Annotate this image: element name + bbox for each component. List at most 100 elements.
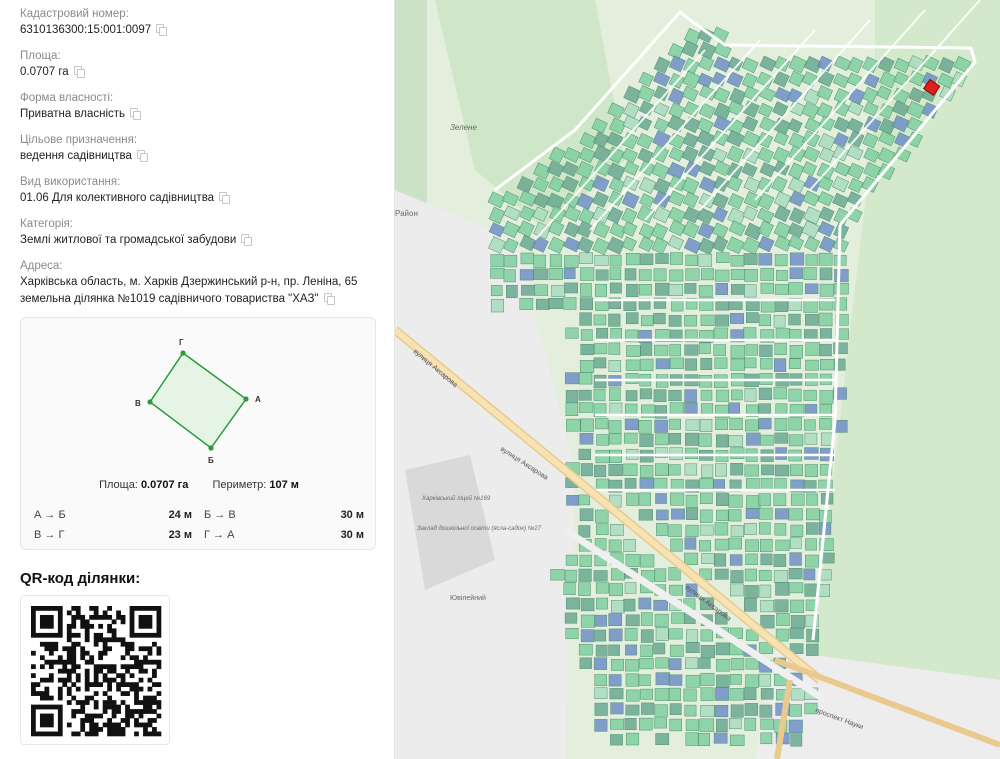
- land-plot[interactable]: [594, 702, 608, 716]
- land-plot[interactable]: [593, 314, 607, 326]
- land-plot[interactable]: [671, 612, 685, 624]
- land-plot[interactable]: [803, 419, 816, 431]
- land-plot[interactable]: [699, 509, 713, 523]
- land-plot[interactable]: [626, 345, 641, 357]
- land-plot[interactable]: [579, 657, 592, 669]
- land-plot[interactable]: [788, 388, 802, 402]
- land-plot[interactable]: [623, 539, 636, 552]
- land-plot[interactable]: [684, 447, 699, 459]
- land-plot[interactable]: [594, 464, 607, 478]
- land-plot[interactable]: [716, 509, 729, 522]
- land-plot[interactable]: [804, 283, 819, 295]
- land-plot[interactable]: [805, 254, 819, 266]
- copy-icon[interactable]: [136, 150, 148, 162]
- land-plot[interactable]: [684, 552, 699, 565]
- land-plot[interactable]: [715, 463, 727, 477]
- land-plot[interactable]: [774, 418, 788, 431]
- land-plot[interactable]: [608, 360, 622, 372]
- land-plot[interactable]: [788, 719, 803, 734]
- land-plot[interactable]: [746, 478, 760, 490]
- land-plot[interactable]: [698, 657, 711, 669]
- land-plot[interactable]: [625, 659, 640, 672]
- land-plot[interactable]: [760, 553, 773, 566]
- land-plot[interactable]: [788, 417, 802, 431]
- land-plot[interactable]: [714, 687, 729, 701]
- land-plot[interactable]: [685, 642, 700, 653]
- land-plot[interactable]: [623, 299, 637, 311]
- land-plot[interactable]: [640, 688, 653, 700]
- land-plot[interactable]: [790, 733, 803, 747]
- land-plot[interactable]: [669, 344, 681, 357]
- land-plot[interactable]: [743, 327, 757, 341]
- land-plot[interactable]: [639, 388, 653, 400]
- land-plot[interactable]: [668, 283, 683, 296]
- land-plot[interactable]: [609, 583, 623, 597]
- land-plot[interactable]: [758, 418, 772, 430]
- map-canvas[interactable]: Зелене Район вулиця Аксарова вулиця Акса…: [395, 0, 1000, 759]
- land-plot[interactable]: [804, 432, 818, 445]
- land-plot[interactable]: [640, 253, 654, 266]
- land-plot[interactable]: [760, 599, 774, 613]
- land-plot[interactable]: [805, 342, 820, 356]
- land-plot[interactable]: [578, 643, 593, 656]
- land-plot[interactable]: [624, 718, 637, 731]
- land-plot[interactable]: [686, 629, 699, 643]
- land-plot[interactable]: [656, 523, 668, 536]
- land-plot[interactable]: [746, 312, 759, 323]
- land-plot[interactable]: [580, 598, 595, 612]
- land-plot[interactable]: [669, 357, 684, 369]
- land-plot[interactable]: [730, 255, 745, 267]
- land-plot[interactable]: [578, 448, 591, 460]
- land-plot[interactable]: [564, 612, 578, 624]
- land-plot[interactable]: [758, 253, 773, 266]
- land-plot[interactable]: [760, 299, 776, 313]
- land-plot[interactable]: [670, 492, 685, 506]
- land-plot[interactable]: [684, 358, 697, 371]
- land-plot[interactable]: [654, 704, 668, 717]
- land-plot[interactable]: [729, 688, 744, 701]
- land-plot[interactable]: [594, 255, 609, 266]
- land-plot[interactable]: [773, 493, 787, 506]
- land-plot[interactable]: [684, 283, 697, 294]
- land-plot[interactable]: [716, 674, 730, 688]
- land-plot[interactable]: [700, 389, 713, 401]
- land-plot[interactable]: [670, 538, 683, 552]
- land-plot[interactable]: [655, 627, 669, 641]
- land-plot[interactable]: [579, 508, 594, 522]
- land-plot[interactable]: [668, 524, 682, 538]
- land-plot[interactable]: [758, 673, 772, 687]
- land-plot[interactable]: [818, 312, 833, 327]
- land-plot[interactable]: [819, 390, 834, 404]
- land-plot[interactable]: [728, 402, 740, 415]
- land-plot[interactable]: [806, 643, 819, 656]
- land-plot[interactable]: [579, 312, 592, 326]
- land-plot[interactable]: [563, 297, 577, 310]
- land-plot[interactable]: [608, 539, 622, 553]
- land-plot[interactable]: [668, 433, 682, 445]
- land-plot[interactable]: [594, 343, 608, 355]
- land-plot[interactable]: [580, 463, 593, 477]
- copy-icon[interactable]: [241, 234, 253, 246]
- land-plot[interactable]: [565, 402, 579, 416]
- land-plot[interactable]: [744, 357, 757, 369]
- land-plot[interactable]: [685, 674, 701, 688]
- land-plot[interactable]: [594, 283, 607, 297]
- land-plot[interactable]: [669, 418, 681, 430]
- land-plot[interactable]: [640, 358, 654, 371]
- land-plot[interactable]: [565, 327, 579, 339]
- land-plot[interactable]: [775, 447, 787, 460]
- land-plot[interactable]: [744, 284, 757, 298]
- land-plot[interactable]: [608, 313, 621, 327]
- land-plot[interactable]: [638, 674, 651, 686]
- land-plot[interactable]: [609, 402, 623, 415]
- land-plot[interactable]: [819, 418, 832, 430]
- land-plot[interactable]: [640, 315, 654, 327]
- land-plot[interactable]: [818, 584, 830, 597]
- land-plot[interactable]: [774, 432, 789, 444]
- land-plot[interactable]: [820, 328, 832, 341]
- land-plot[interactable]: [744, 703, 758, 716]
- land-plot[interactable]: [625, 704, 640, 716]
- land-plot[interactable]: [639, 657, 654, 670]
- land-plot[interactable]: [685, 419, 701, 431]
- land-plot[interactable]: [790, 493, 805, 506]
